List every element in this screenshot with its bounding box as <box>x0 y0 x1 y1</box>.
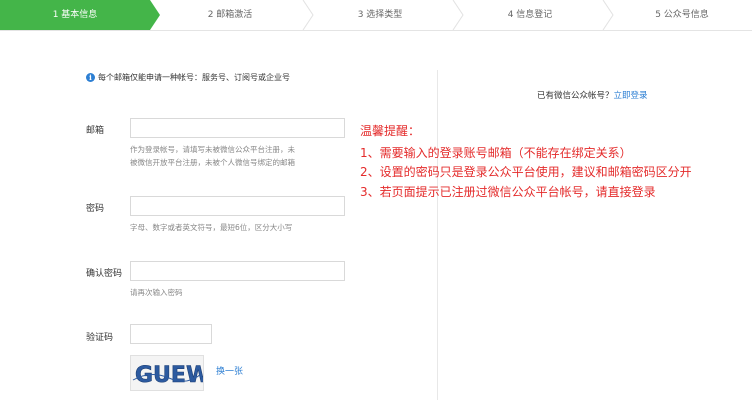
login-now-link[interactable]: 立即登录 <box>614 91 648 101</box>
step-label: 3 选择类型 <box>357 10 403 20</box>
reminder-item: 2、设置的密码只是登录公众平台使用，建议和邮箱密码区分开 <box>360 165 692 179</box>
progress-stepper: 1 基本信息 2 邮箱激活 3 选择类型 4 信息登记 5 公众号信息 <box>0 0 752 31</box>
step-select-type: 3 选择类型 <box>310 0 450 30</box>
info-icon: i <box>86 73 95 82</box>
step-label: 1 基本信息 <box>52 10 98 20</box>
login-prompt-text: 已有微信公众帐号？ <box>537 91 614 101</box>
captcha-image: GUEW <box>130 355 211 391</box>
reminder-item: 1、需要输入的登录账号邮箱（不能存在绑定关系） <box>360 146 632 160</box>
confirm-password-hint: 请再次输入密码 <box>130 288 183 297</box>
step-info-registration: 4 信息登记 <box>460 0 600 30</box>
vertical-divider <box>437 70 438 400</box>
reminder-title: 温馨提醒： <box>360 124 421 138</box>
email-input[interactable] <box>130 118 345 138</box>
change-captcha-link[interactable]: 换一张 <box>216 364 243 377</box>
captcha-input[interactable] <box>130 324 212 344</box>
step-label: 4 信息登记 <box>507 10 553 20</box>
notice: i 每个邮箱仅能申请一种帐号：服务号、订阅号或企业号 <box>86 72 290 83</box>
email-hint: 作为登录帐号，请填写未被微信公众平台注册，未 被微信开放平台注册，未被个人微信号… <box>130 143 295 169</box>
captcha-label: 验证码 <box>86 333 114 343</box>
reminder-item: 3、若页面提示已注册过微信公众平台帐号，请直接登录 <box>360 185 656 199</box>
email-hint-line: 作为登录帐号，请填写未被微信公众平台注册，未 <box>130 145 295 154</box>
confirm-password-label: 确认密码 <box>86 269 123 279</box>
step-label: 5 公众号信息 <box>655 10 709 20</box>
step-account-info: 5 公众号信息 <box>612 0 752 30</box>
step-email-activation: 2 邮箱激活 <box>160 0 300 30</box>
confirm-password-input[interactable] <box>130 261 345 281</box>
email-hint-line: 被微信开放平台注册，未被个人微信号绑定的邮箱 <box>130 158 295 167</box>
login-prompt: 已有微信公众帐号？立即登录 <box>537 89 648 101</box>
password-input[interactable] <box>130 196 345 216</box>
password-label: 密码 <box>86 204 105 214</box>
email-label: 邮箱 <box>86 126 105 136</box>
step-label: 2 邮箱激活 <box>207 10 253 20</box>
step-basic-info: 1 基本信息 <box>0 0 160 30</box>
password-hint: 字母、数字或者英文符号，最短6位，区分大小写 <box>130 223 293 232</box>
notice-text: 每个邮箱仅能申请一种帐号：服务号、订阅号或企业号 <box>98 73 290 82</box>
